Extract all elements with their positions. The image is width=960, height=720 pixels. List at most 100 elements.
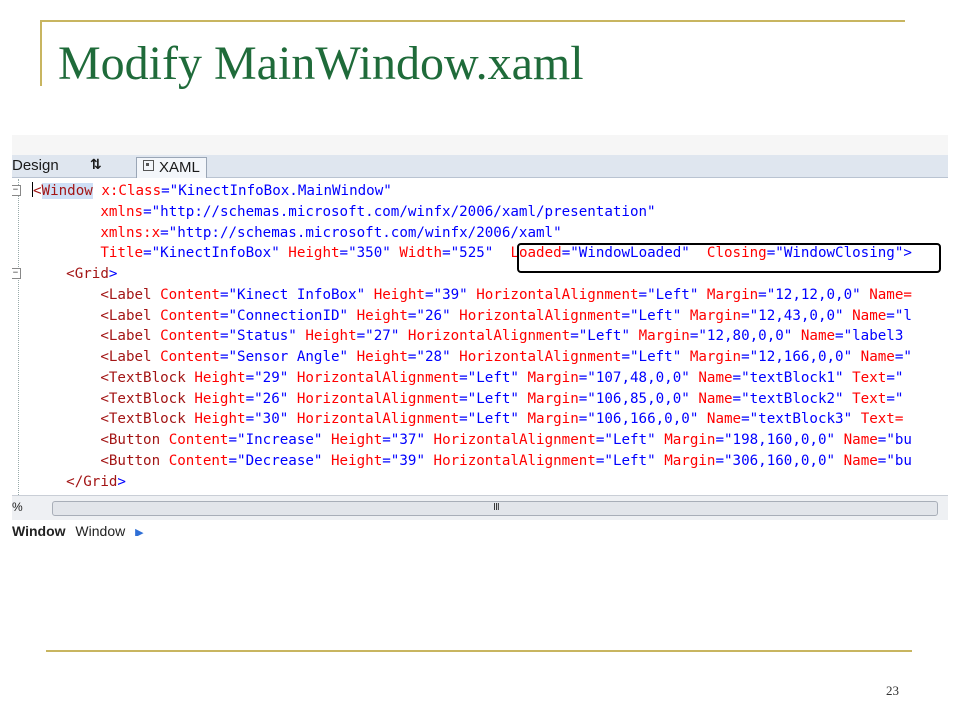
code-token: ": [647, 432, 656, 448]
code-token: 29: [262, 369, 280, 386]
code-token: xmlns: [100, 203, 144, 220]
code-area[interactable]: <Window x:Class="KinectInfoBox.MainWindo…: [32, 181, 912, 492]
code-token: HorizontalAlignment: [433, 432, 596, 448]
swap-panes-icon[interactable]: ⇅: [90, 157, 102, 173]
code-token: =": [621, 349, 639, 365]
code-token: =": [689, 328, 707, 345]
code-token: Content: [168, 432, 229, 448]
collapse-grid-icon[interactable]: −: [12, 268, 21, 279]
scrollbar-thumb[interactable]: III: [52, 501, 938, 516]
code-token: Text: [852, 390, 887, 407]
code-token: Name: [843, 432, 878, 448]
code-token: Window: [41, 183, 93, 199]
code-token: =": [877, 432, 895, 448]
code-token: Left: [638, 307, 673, 324]
code-token: <Label: [100, 286, 152, 303]
code-token: =": [741, 411, 759, 428]
code-line[interactable]: <Label Content="Sensor Angle" Height="28…: [32, 347, 912, 368]
code-token: Height: [288, 245, 340, 262]
code-token: =": [219, 286, 238, 303]
code-line[interactable]: <Button Content="Decrease" Height="39" H…: [32, 451, 912, 472]
code-token: =": [339, 245, 357, 262]
horizontal-scrollbar[interactable]: % III: [12, 495, 948, 520]
code-token: =": [143, 245, 161, 262]
code-token: Margin: [664, 452, 716, 469]
code-token: Height: [305, 328, 357, 345]
code-token: xmlns:x: [100, 224, 161, 241]
code-token: <Label: [100, 349, 152, 365]
code-token: Name: [843, 452, 878, 469]
code-line[interactable]: <Window x:Class="KinectInfoBox.MainWindo…: [32, 181, 912, 202]
code-line[interactable]: xmlns="http://schemas.microsoft.com/winf…: [32, 202, 912, 223]
code-token: Name: [860, 349, 895, 365]
code-token: =": [570, 328, 588, 345]
code-token: Margin: [527, 411, 579, 428]
code-token: ": [647, 203, 656, 220]
code-token: =": [160, 224, 178, 241]
slide-title: Modify MainWindow.xaml: [58, 37, 584, 90]
code-token: =": [245, 411, 263, 428]
zoom-level[interactable]: %: [12, 500, 23, 514]
code-token: label3: [852, 328, 904, 345]
code-token: KinectInfoBox.MainWindow: [178, 183, 384, 199]
code-line[interactable]: <TextBlock Height="26" HorizontalAlignme…: [32, 389, 912, 410]
code-token: ": [852, 286, 861, 303]
code-token: Increase: [245, 432, 314, 448]
code-line[interactable]: <Label Content="Kinect InfoBox" Height="…: [32, 285, 912, 306]
collapse-window-icon[interactable]: −: [12, 185, 21, 196]
code-token: HorizontalAlignment: [296, 411, 460, 428]
code-token: 12,12,0,0: [775, 286, 853, 303]
code-line[interactable]: </Grid>: [32, 472, 912, 493]
code-line[interactable]: <TextBlock Height="30" HorizontalAlignme…: [32, 409, 912, 430]
code-token: textBlock1: [749, 369, 836, 386]
code-token: 12,166,0,0: [758, 349, 844, 365]
code-token: =": [886, 390, 904, 407]
breadcrumb-type[interactable]: Window: [75, 523, 125, 536]
xaml-editor-screenshot: Design ⇅ XAML − − <Window x:Class="Kinec…: [12, 135, 948, 536]
code-token: Left: [476, 411, 511, 428]
code-token: x:Class: [101, 183, 162, 199]
code-line[interactable]: <Label Content="ConnectionID" Height="26…: [32, 306, 912, 327]
code-line[interactable]: xmlns:x="http://schemas.microsoft.com/wi…: [32, 223, 912, 244]
code-token: ": [356, 286, 366, 303]
code-token: Margin: [527, 390, 579, 407]
code-line[interactable]: <Button Content="Increase" Height="37" H…: [32, 430, 912, 451]
tab-design[interactable]: Design: [12, 157, 59, 174]
code-token: Margin: [706, 286, 759, 303]
tab-xaml-label: XAML: [159, 159, 200, 176]
code-token: Content: [160, 307, 220, 324]
code-token: textBlock2: [749, 390, 836, 407]
code-line[interactable]: <Label Content="Status" Height="27" Hori…: [32, 326, 912, 347]
code-token: Height: [194, 369, 246, 386]
code-token: 28: [424, 349, 443, 365]
code-token: ": [826, 452, 836, 469]
breadcrumb-element[interactable]: Window: [12, 523, 66, 536]
breadcrumb-arrow-icon[interactable]: ▶: [135, 527, 143, 536]
tab-xaml[interactable]: XAML: [136, 157, 207, 178]
code-token: =": [621, 307, 639, 324]
code-line[interactable]: <TextBlock Height="29" HorizontalAlignme…: [32, 368, 912, 389]
code-token: ": [681, 390, 690, 407]
